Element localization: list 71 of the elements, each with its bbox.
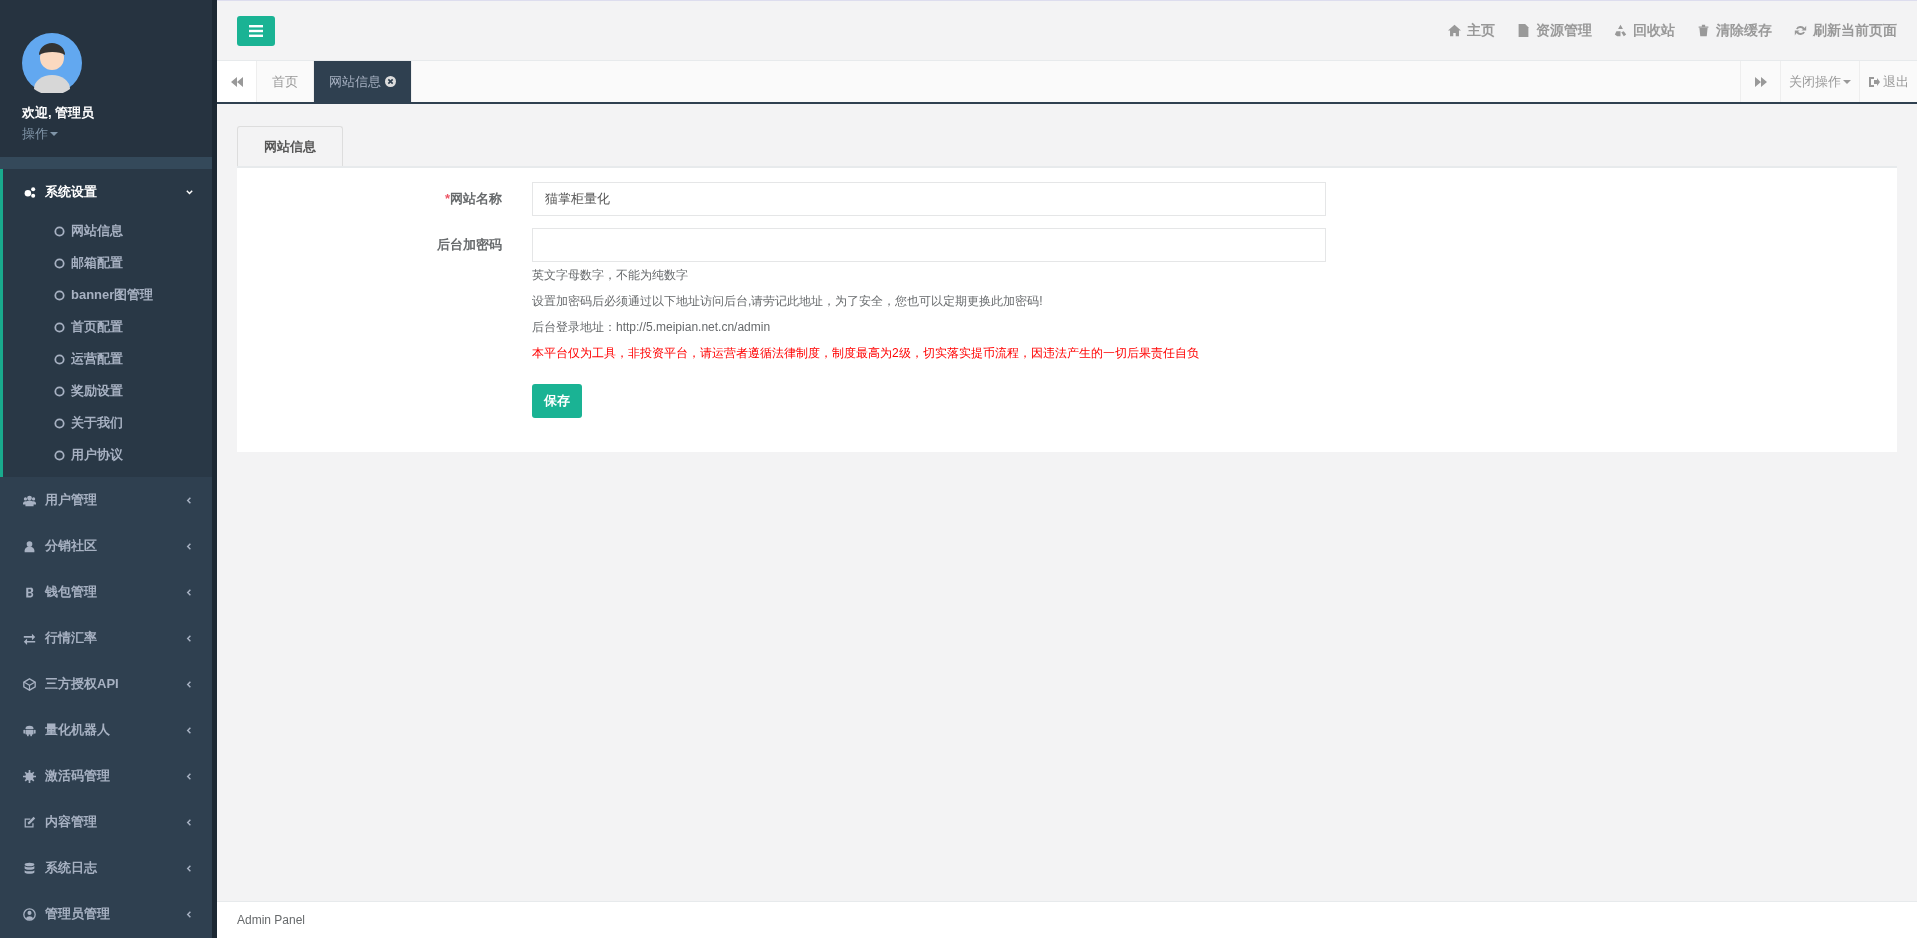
scroll-left-button[interactable]	[217, 61, 257, 102]
save-button[interactable]: 保存	[532, 384, 582, 418]
circle-icon	[54, 289, 65, 301]
menu-item[interactable]: 钱包管理	[3, 569, 212, 615]
menu-icon	[249, 24, 263, 37]
circle-icon	[54, 353, 65, 365]
help-text: 后台登录地址：http://5.meipian.net.cn/admin	[532, 319, 772, 336]
welcome-text: 欢迎, 管理员	[22, 104, 96, 122]
cube-icon	[23, 677, 36, 691]
refresh-icon	[1794, 24, 1807, 37]
warning-text: 本平台仅为工具，非投资平台，请运营者遵循法律制度，制度最高为2级，切实落实提币流程，因违法产生的一切后果责任自负	[532, 345, 1200, 362]
menu-item[interactable]: 系统设置	[3, 169, 212, 215]
card-tab[interactable]: 网站信息	[237, 126, 343, 166]
logout-icon	[1868, 75, 1880, 88]
footer-text: Admin Panel	[237, 913, 306, 927]
required-mark: *	[444, 191, 450, 206]
submenu-item[interactable]: 运营配置	[3, 343, 212, 375]
nav-link[interactable]: 刷新当前页面	[1794, 21, 1897, 40]
help-text: 英文字母数字，不能为纯数字	[532, 267, 689, 284]
nav-link[interactable]: 资源管理	[1517, 21, 1592, 40]
menu-item[interactable]: 内容管理	[3, 799, 212, 845]
database-icon	[23, 861, 36, 875]
gear-icon	[23, 769, 36, 783]
menu-item[interactable]: 量化机器人	[3, 707, 212, 753]
menu-item[interactable]: 激活码管理	[3, 753, 212, 799]
recycle-icon	[1614, 24, 1627, 37]
user-icon	[23, 539, 36, 553]
bitcoin-icon	[23, 585, 36, 599]
submenu-item[interactable]: 邮箱配置	[3, 247, 212, 279]
field-label: *网站名称	[443, 190, 503, 208]
android-icon	[23, 723, 36, 737]
menu-item[interactable]: 分销社区	[3, 523, 212, 569]
nav-link[interactable]: 主页	[1448, 21, 1495, 40]
close-icon[interactable]	[385, 76, 396, 87]
submenu-item[interactable]: 首页配置	[3, 311, 212, 343]
circle-icon	[54, 257, 65, 269]
circle-icon	[54, 321, 65, 333]
submenu-item[interactable]: 用户协议	[3, 439, 212, 471]
submenu-item[interactable]: 网站信息	[3, 215, 212, 247]
users-icon	[23, 493, 36, 507]
home-icon	[1448, 24, 1461, 37]
menu-item[interactable]: 系统日志	[3, 845, 212, 891]
file-icon	[1517, 24, 1530, 37]
help-text: 设置加密码后必须通过以下地址访问后台,请劳记此地址，为了安全，您也可以定期更换此加密码!	[532, 293, 1044, 310]
user-circle-icon	[23, 907, 36, 921]
backward-icon	[230, 76, 243, 87]
nav-link[interactable]: 清除缓存	[1697, 21, 1772, 40]
submenu-item[interactable]: 奖励设置	[3, 375, 212, 407]
forward-icon	[1754, 76, 1767, 87]
field-label: 后台加密码	[436, 236, 503, 254]
submenu-item[interactable]: 关于我们	[3, 407, 212, 439]
user-menu[interactable]: 操作	[22, 125, 58, 143]
input-field[interactable]: 猫掌柜量化	[532, 182, 1326, 216]
circle-icon	[54, 225, 65, 237]
gears-icon	[23, 185, 36, 199]
page-tab[interactable]: 网站信息	[314, 61, 412, 102]
trash-icon	[1697, 24, 1710, 37]
menu-item[interactable]: 用户管理	[3, 477, 212, 523]
nav-link[interactable]: 回收站	[1614, 21, 1675, 40]
exchange-icon	[23, 631, 36, 645]
menu-toggle-button[interactable]	[237, 15, 275, 46]
circle-icon	[54, 385, 65, 397]
submenu-item[interactable]: banner图管理	[3, 279, 212, 311]
menu-item[interactable]: 行情汇率	[3, 615, 212, 661]
avatar	[22, 33, 82, 93]
input-field[interactable]	[532, 228, 1326, 262]
circle-icon	[54, 417, 65, 429]
edit-icon	[23, 815, 36, 829]
menu-item[interactable]: 管理员管理	[3, 891, 212, 937]
circle-icon	[54, 449, 65, 461]
menu-item[interactable]: 三方授权API	[3, 661, 212, 707]
